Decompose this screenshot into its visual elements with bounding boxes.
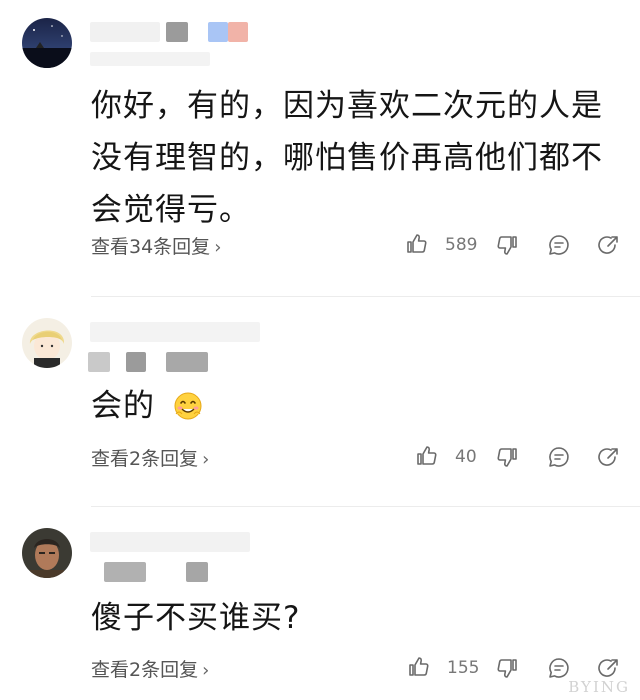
chevron-right-icon: › — [202, 660, 210, 681]
redaction-block — [186, 562, 208, 582]
comment-icon — [549, 447, 569, 467]
like-button[interactable] — [404, 232, 428, 260]
divider — [91, 506, 640, 507]
time-redacted — [90, 52, 210, 66]
view-replies-link[interactable]: 查看2条回复 › — [91, 444, 209, 471]
share-icon — [598, 659, 618, 677]
comment-button[interactable] — [547, 233, 571, 261]
badge-redacted — [208, 22, 228, 42]
like-button[interactable] — [414, 444, 438, 472]
avatar[interactable] — [22, 18, 72, 68]
like-button[interactable] — [406, 655, 430, 683]
username-redacted — [90, 22, 160, 42]
avatar[interactable] — [22, 528, 72, 578]
redaction-block — [166, 352, 208, 372]
like-count: 155 — [447, 658, 480, 678]
share-icon — [598, 236, 618, 254]
like-count: 589 — [445, 235, 478, 255]
divider — [91, 296, 640, 297]
view-replies-link[interactable]: 查看34条回复 › — [91, 232, 221, 259]
share-button[interactable] — [597, 445, 621, 473]
comment-icon — [549, 235, 569, 255]
share-icon — [598, 448, 618, 466]
thumbs-down-icon — [497, 236, 517, 255]
dislike-button[interactable] — [496, 445, 520, 473]
thumbs-up-icon — [407, 234, 427, 253]
comment-item: 你好，有的，因为喜欢二次元的人是没有理智的，哪怕售价再高他们都不会觉得亏。 查看… — [0, 0, 640, 295]
view-replies-label: 查看34条回复 — [91, 236, 211, 258]
thumbs-down-icon — [497, 659, 517, 678]
view-replies-label: 查看2条回复 — [91, 659, 199, 681]
comment-text-content: 会的 — [91, 388, 155, 424]
comment-text: 会的 — [91, 380, 621, 437]
view-replies-link[interactable]: 查看2条回复 › — [91, 655, 209, 682]
smile-emoji — [172, 385, 204, 437]
view-replies-label: 查看2条回复 — [91, 448, 199, 470]
like-count: 40 — [455, 447, 477, 467]
comment-icon — [549, 658, 569, 678]
redaction-block — [104, 562, 146, 582]
avatar[interactable] — [22, 318, 72, 368]
watermark: BYING — [568, 678, 630, 696]
redaction-block — [166, 22, 188, 42]
comment-text: 傻子不买谁买? — [91, 600, 301, 636]
thumbs-down-icon — [497, 448, 517, 467]
dislike-button[interactable] — [496, 233, 520, 261]
comment-item: 会的 查看2条回复 › 40 — [0, 300, 640, 505]
username-redacted — [90, 322, 260, 342]
thumbs-up-icon — [417, 446, 437, 465]
chevron-right-icon: › — [202, 449, 210, 470]
chevron-right-icon: › — [214, 237, 222, 258]
redaction-block — [126, 352, 146, 372]
share-button[interactable] — [597, 233, 621, 261]
comment-item: 傻子不买谁买? 查看2条回复 › 155 — [0, 510, 640, 700]
username-redacted — [90, 532, 250, 552]
badge-redacted — [228, 22, 248, 42]
thumbs-up-icon — [409, 657, 429, 676]
redaction-block — [88, 352, 110, 372]
comment-button[interactable] — [547, 445, 571, 473]
dislike-button[interactable] — [496, 656, 520, 684]
comment-text: 你好，有的，因为喜欢二次元的人是没有理智的，哪怕售价再高他们都不会觉得亏。 — [91, 88, 603, 228]
